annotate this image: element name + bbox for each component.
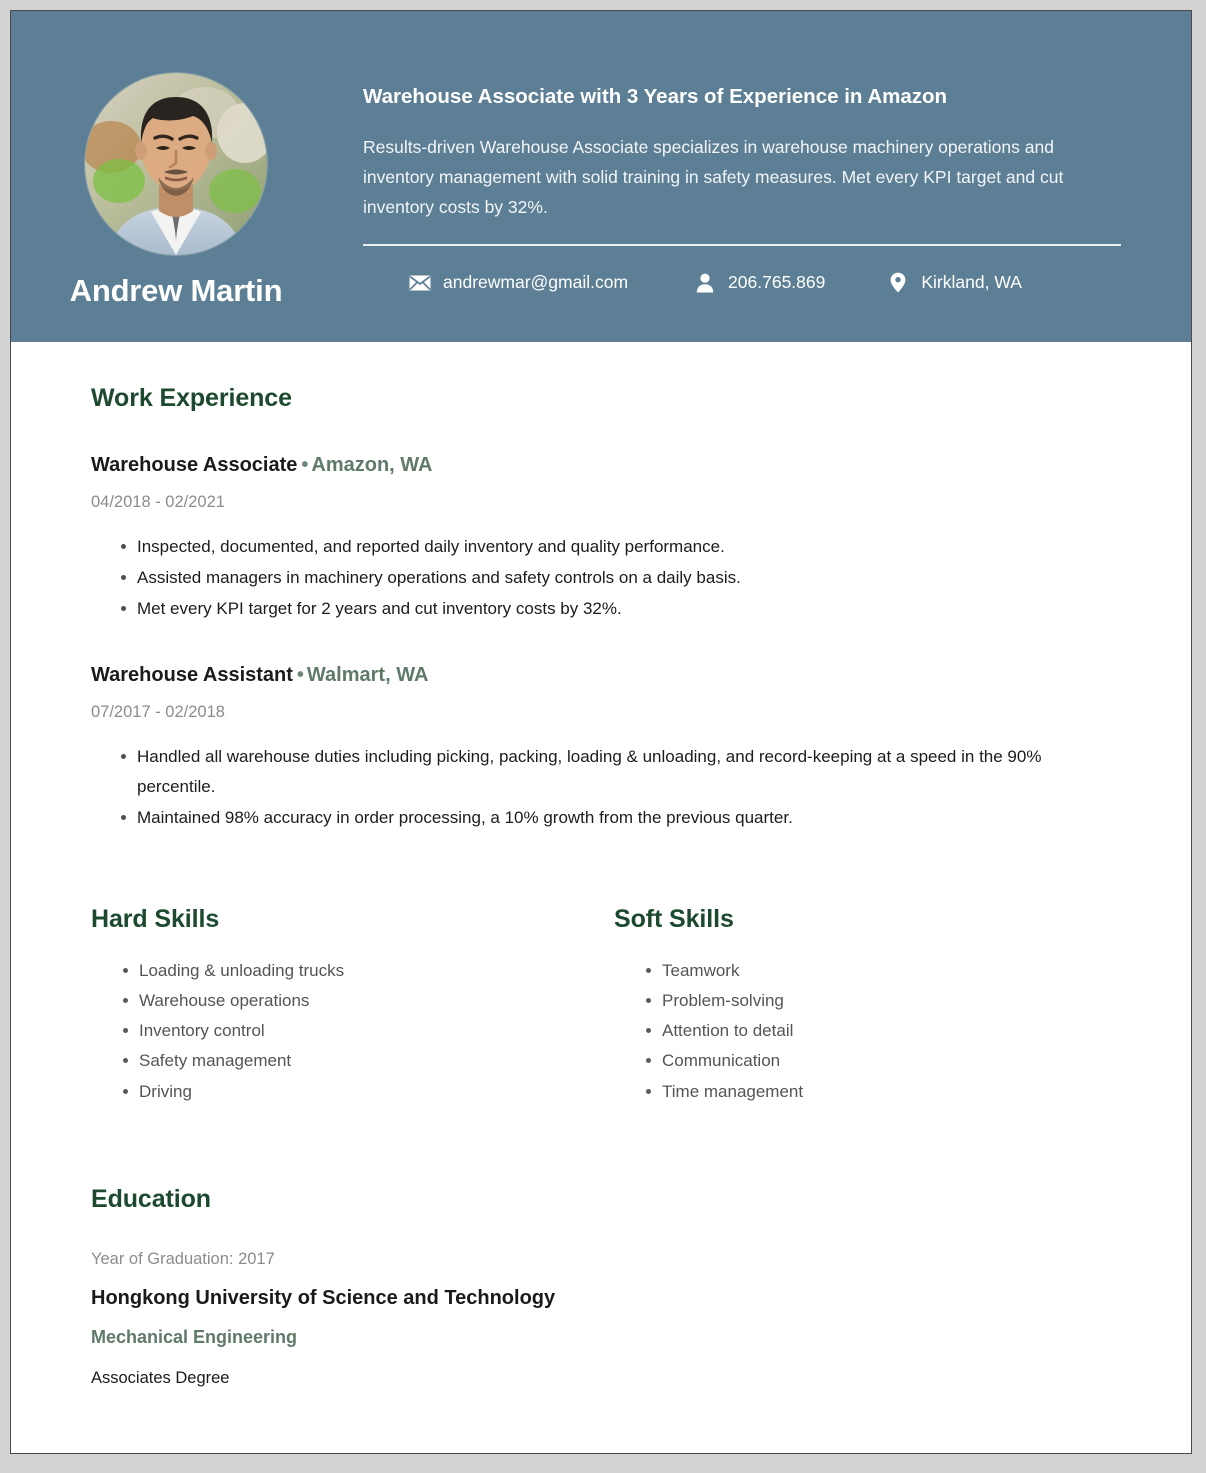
hard-skill-item: Warehouse operations	[123, 986, 614, 1016]
job-separator: •	[301, 454, 309, 476]
job-position: Warehouse Associate	[91, 454, 298, 476]
job-bullet: Inspected, documented, and reported dail…	[121, 532, 1113, 562]
job-entry: Warehouse Associate • Amazon, WA 04/2018 -…	[91, 453, 1113, 623]
education-degree: Associates Degree	[91, 1368, 230, 1387]
soft-skill-item: Problem-solving	[646, 986, 1137, 1016]
soft-skill-item: Teamwork	[646, 956, 1137, 986]
resume-header: Andrew Martin Warehouse Associate with 3…	[11, 11, 1191, 342]
headline: Warehouse Associate with 3 Years of Expe…	[363, 85, 948, 108]
avatar	[85, 73, 267, 255]
contact-email[interactable]: andrewmar@gmail.com	[409, 272, 628, 294]
soft-skills-list: Teamwork Problem-solving Attention to de…	[614, 956, 1137, 1107]
job-bullet: Assisted managers in machinery operation…	[121, 563, 1113, 593]
job-bullet: Handled all warehouse duties including p…	[121, 742, 1113, 802]
job-separator: •	[296, 664, 304, 687]
hard-skills-column: Hard Skills Loading & unloading trucks W…	[91, 905, 614, 1107]
contact-phone-value: 206.765.869	[728, 272, 826, 293]
contact-location[interactable]: Kirkland, WA	[887, 272, 1022, 294]
professional-summary: Results-driven Warehouse Associate speci…	[363, 136, 1064, 217]
section-title-education: Education	[91, 1184, 211, 1213]
resume-body: Work Experience Warehouse Associate • Amaz…	[11, 342, 1191, 1388]
header-divider	[363, 243, 1121, 246]
contact-row: andrewmar@gmail.com 206.765.869 Kirkland…	[363, 272, 1121, 294]
header-left-column: Andrew Martin	[11, 11, 341, 342]
contact-location-value: Kirkland, WA	[921, 272, 1022, 293]
contact-phone[interactable]: 206.765.869	[694, 272, 825, 294]
section-title-work-experience: Work Experience	[91, 384, 292, 412]
job-bullet-list: Handled all warehouse duties including p…	[91, 742, 1113, 832]
header-right-column: Warehouse Associate with 3 Years of Expe…	[341, 11, 1191, 342]
job-company: Amazon, WA	[311, 454, 433, 476]
location-pin-icon	[887, 272, 909, 294]
avatar-photo-icon	[85, 73, 267, 255]
education-school: Hongkong University of Science and Techn…	[91, 1286, 556, 1309]
section-title-soft-skills: Soft Skills	[614, 904, 734, 933]
education-graduation-year: Year of Graduation: 2017	[91, 1249, 275, 1268]
job-heading: Warehouse Associate • Amazon, WA	[91, 453, 1113, 477]
job-bullet-list: Inspected, documented, and reported dail…	[91, 532, 1113, 623]
contact-email-value: andrewmar@gmail.com	[443, 272, 629, 293]
hard-skill-item: Safety management	[123, 1046, 614, 1076]
skills-section: Hard Skills Loading & unloading trucks W…	[91, 905, 1113, 1107]
soft-skill-item: Time management	[646, 1077, 1137, 1107]
soft-skill-item: Attention to detail	[646, 1016, 1137, 1046]
job-bullet: Maintained 98% accuracy in order process…	[121, 803, 1113, 833]
soft-skills-column: Soft Skills Teamwork Problem-solving Att…	[614, 905, 1137, 1107]
job-heading: Warehouse Assistant • Walmart, WA	[91, 663, 1113, 687]
job-position: Warehouse Assistant	[91, 664, 293, 687]
job-dates: 07/2017 - 02/2018	[91, 703, 225, 722]
hard-skill-item: Loading & unloading trucks	[123, 956, 614, 986]
section-education: Education Year of Graduation: 2017 Hongk…	[91, 1185, 1113, 1388]
hard-skill-item: Inventory control	[123, 1016, 614, 1046]
job-entry: Warehouse Assistant • Walmart, WA 07/2017 …	[91, 663, 1113, 832]
education-major: Mechanical Engineering	[91, 1326, 298, 1347]
resume-page: Andrew Martin Warehouse Associate with 3…	[10, 10, 1192, 1454]
section-title-hard-skills: Hard Skills	[91, 904, 220, 933]
soft-skill-item: Communication	[646, 1046, 1137, 1076]
job-dates: 04/2018 - 02/2021	[91, 493, 225, 511]
full-name: Andrew Martin	[69, 273, 283, 308]
hard-skill-item: Driving	[123, 1077, 614, 1107]
job-company: Walmart, WA	[306, 664, 429, 687]
job-bullet: Met every KPI target for 2 years and cut…	[121, 594, 1113, 624]
envelope-icon	[409, 272, 431, 294]
person-icon	[694, 272, 716, 294]
hard-skills-list: Loading & unloading trucks Warehouse ope…	[91, 956, 614, 1107]
section-work-experience: Work Experience Warehouse Associate • Amaz…	[91, 342, 1113, 833]
